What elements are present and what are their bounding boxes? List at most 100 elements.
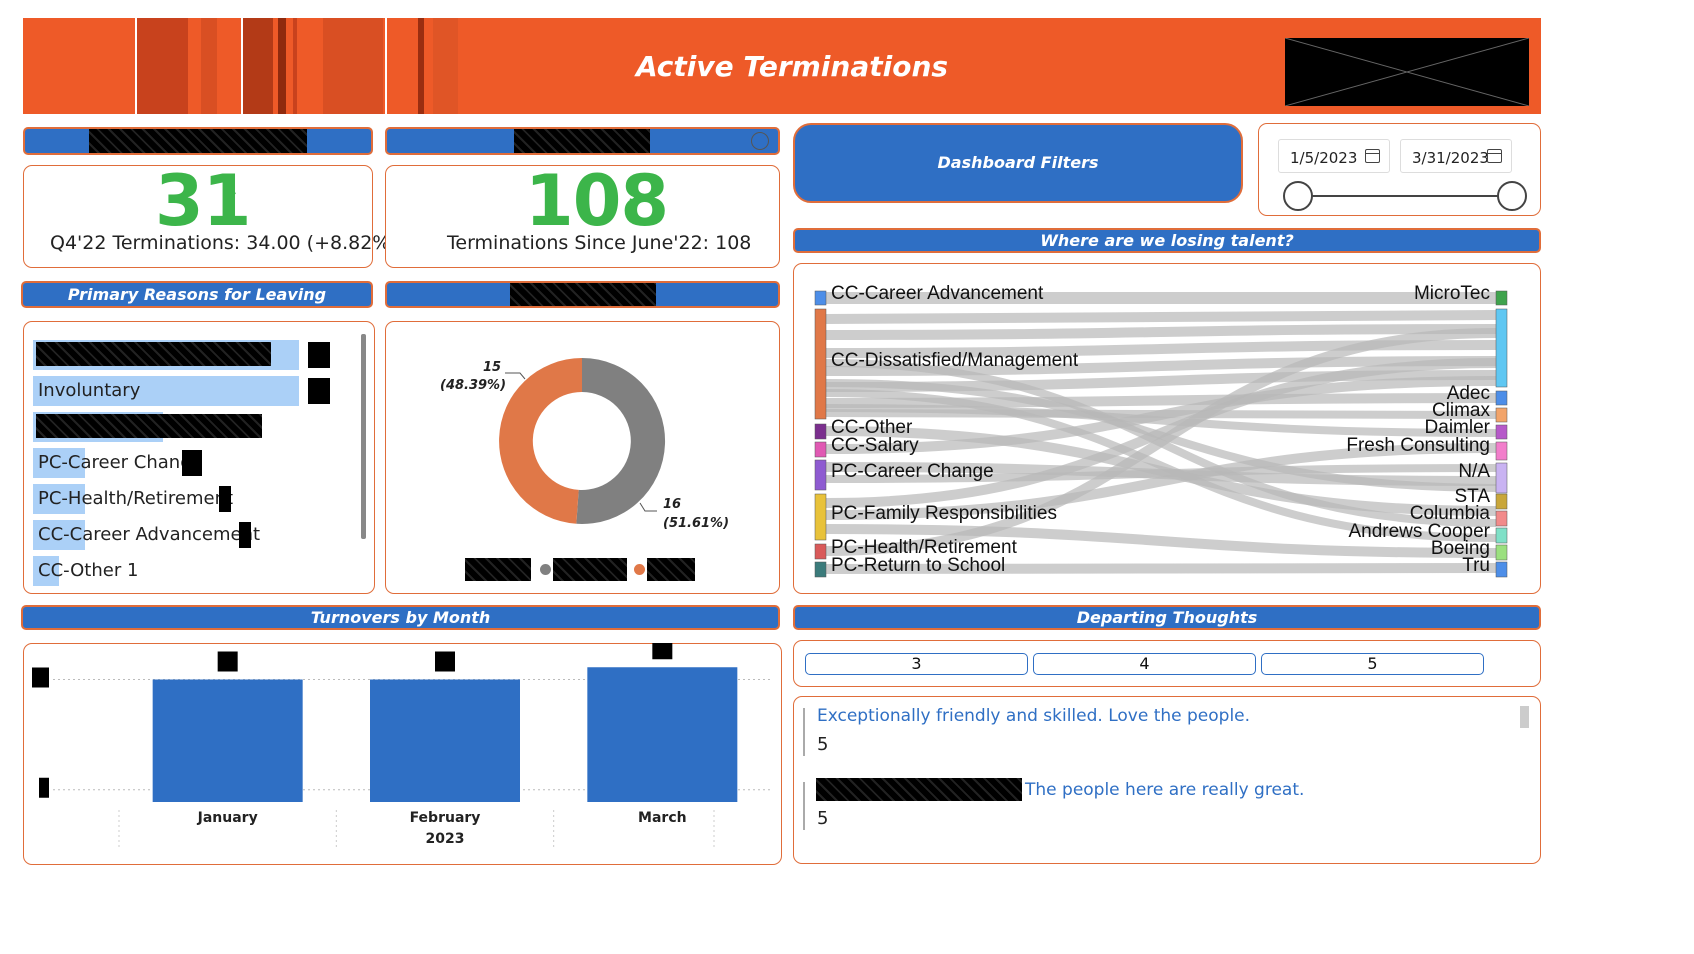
slice-pct: (48.39%) [440, 378, 506, 393]
sankey-source-label: CC-Career Advancement [831, 283, 1044, 304]
scrollbar[interactable] [361, 334, 366, 539]
end-date-value: 3/31/2023 [1412, 149, 1489, 167]
sankey-node-right[interactable] [1495, 424, 1508, 440]
end-date-input[interactable]: 3/31/2023 [1400, 139, 1512, 173]
bar[interactable] [587, 667, 738, 802]
sankey-source-label: PC-Career Change [831, 461, 994, 482]
redacted-block [510, 283, 656, 306]
section-departing: Departing Thoughts [793, 605, 1541, 630]
legend-dot-orange [634, 564, 645, 575]
logo-placeholder [1285, 38, 1529, 106]
kpi-label: Terminations Since June'22: 108 [447, 232, 752, 254]
turnovers-bar-chart: January February March 2023 [32, 643, 771, 850]
sankey-source-label: CC-Salary [831, 435, 919, 456]
sankey-node-left[interactable] [814, 308, 827, 420]
calendar-icon[interactable] [1365, 149, 1380, 163]
section-turnovers: Turnovers by Month [21, 605, 780, 630]
sankey-source-label: PC-Family Responsibilities [831, 503, 1057, 524]
sankey-node-right[interactable] [1495, 510, 1508, 527]
sankey-node-right[interactable] [1495, 561, 1508, 578]
y-tick-redacted [39, 777, 49, 798]
sankey-node-right[interactable] [1495, 527, 1508, 544]
redacted-value [308, 378, 330, 404]
data-label-redacted [652, 643, 673, 660]
sankey-node-right[interactable] [1495, 290, 1508, 306]
rating-tab-5[interactable]: 5 [1261, 653, 1484, 675]
sankey-node-right[interactable] [1495, 407, 1508, 423]
leader-line [505, 372, 526, 380]
redacted-block [36, 342, 271, 366]
info-icon[interactable] [751, 132, 769, 150]
rating-tab-3[interactable]: 3 [805, 653, 1028, 675]
dashboard-filters-label: Dashboard Filters [937, 153, 1099, 172]
sankey-node-left[interactable] [814, 561, 827, 578]
redacted-block [36, 414, 262, 438]
reason-label: PC-Career Change [38, 452, 203, 473]
y-tick-redacted [32, 667, 49, 688]
x-tick-label: February [410, 810, 481, 826]
redacted-value [219, 486, 231, 512]
leader-line [639, 502, 657, 512]
comments-scrollbar[interactable] [1520, 706, 1529, 728]
sankey-node-right[interactable] [1495, 462, 1508, 494]
sankey-source-label: CC-Dissatisfied/Management [831, 350, 1079, 371]
sankey-node-left[interactable] [814, 423, 827, 440]
kpi-value: 108 [525, 160, 669, 242]
sankey-target-label: Fresh Consulting [1346, 435, 1490, 456]
redacted-block [816, 778, 1022, 801]
sankey-node-right[interactable] [1495, 308, 1508, 388]
x-tick-label: January [197, 810, 258, 826]
donut-slice-gray [576, 357, 666, 524]
slider-track[interactable] [1298, 195, 1512, 197]
redacted-block [514, 129, 650, 153]
rating-tab-4[interactable]: 4 [1033, 653, 1256, 675]
slider-start-handle[interactable] [1283, 181, 1313, 211]
sankey-node-left[interactable] [814, 459, 827, 491]
header-banner: Active Terminations [23, 18, 1541, 114]
sankey-target-label: MicroTec [1414, 283, 1490, 304]
check-icon: ✓ [224, 188, 240, 209]
sankey-link [825, 324, 1497, 340]
reason-label: CC-Other 1 [38, 560, 139, 581]
sankey-node-left[interactable] [814, 441, 827, 458]
check-icon: ✓ [627, 188, 643, 209]
kpi-label: Q4'22 Terminations: 34.00 (+8.82%) [50, 232, 398, 254]
sankey-node-right[interactable] [1495, 441, 1508, 461]
sankey-node-right[interactable] [1495, 493, 1508, 510]
sankey-node-left[interactable] [814, 493, 827, 541]
redacted-value [308, 342, 330, 368]
slice-pct: (51.61%) [663, 516, 729, 531]
sankey-node-left[interactable] [814, 290, 827, 306]
section-primary-reasons: Primary Reasons for Leaving [21, 281, 373, 308]
bar[interactable] [370, 679, 520, 803]
x-tick-label: March [638, 810, 687, 826]
sankey-node-left[interactable] [814, 543, 827, 560]
comment-rating: 5 [817, 734, 829, 755]
calendar-icon[interactable] [1487, 149, 1502, 163]
comment-text: Exceptionally friendly and skilled. Love… [817, 706, 1251, 726]
data-label-redacted [217, 651, 238, 672]
legend-redacted [465, 558, 531, 581]
slice-label: 16 [663, 497, 681, 512]
sankey-source-label: PC-Return to School [831, 555, 1005, 576]
bar[interactable] [152, 679, 303, 803]
sankey-node-right[interactable] [1495, 544, 1508, 561]
dashboard-filters-button[interactable]: Dashboard Filters [793, 123, 1243, 203]
start-date-input[interactable]: 1/5/2023 [1278, 139, 1390, 173]
donut-slice-orange [499, 358, 582, 524]
slice-label: 15 [483, 360, 501, 375]
legend-redacted [647, 558, 695, 581]
comment-divider [803, 782, 805, 830]
legend-dot-gray [540, 564, 551, 575]
data-label-redacted [435, 651, 455, 672]
slider-end-handle[interactable] [1497, 181, 1527, 211]
sankey-target-label: Tru [1462, 555, 1490, 576]
legend-redacted [553, 558, 627, 581]
primary-reasons-panel: Involuntary PC-Career Change PC-Health/R… [23, 321, 375, 594]
comment-divider [803, 708, 805, 756]
sankey-node-right[interactable] [1495, 390, 1508, 406]
reason-label: PC-Health/Retirement [38, 488, 234, 509]
sankey-chart: CC-Career Advancement CC-Dissatisfied/Man… [814, 283, 1508, 578]
redacted-value [239, 522, 251, 548]
redacted-value [182, 450, 202, 476]
